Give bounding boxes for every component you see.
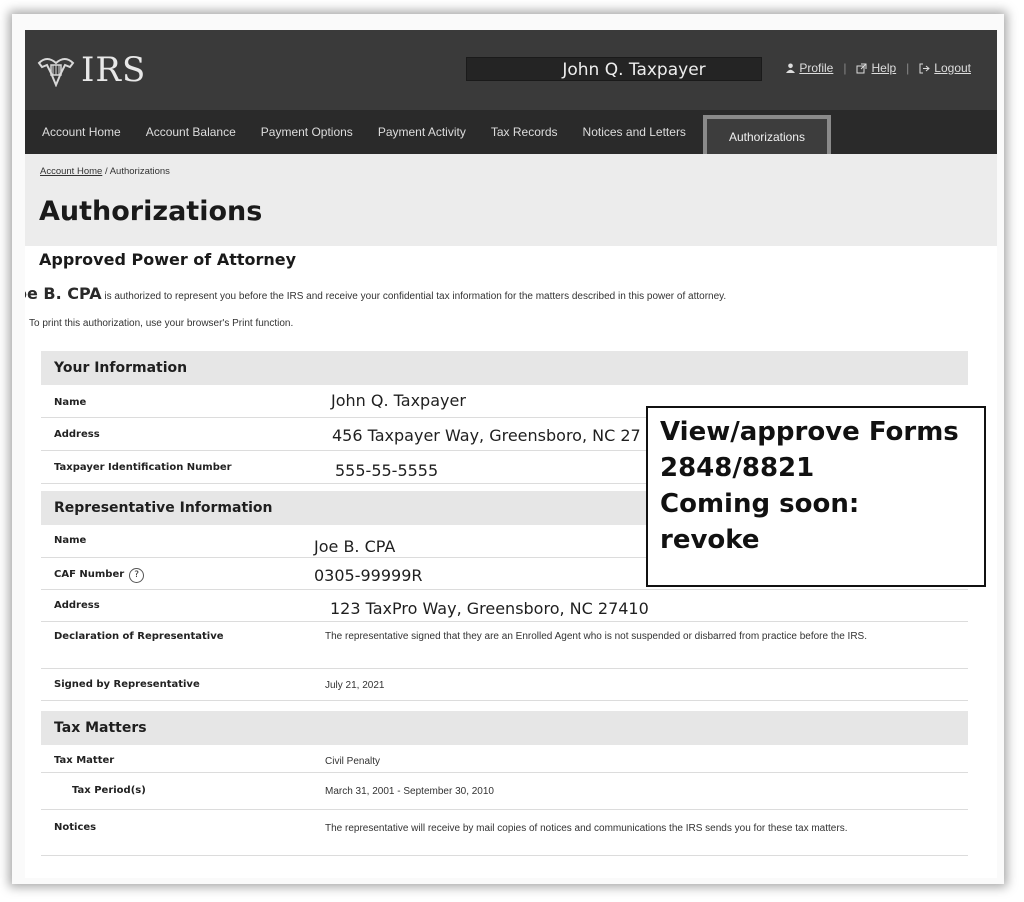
divider: | (843, 61, 847, 75)
profile-link[interactable]: Profile (786, 61, 833, 75)
nav-notices-and-letters[interactable]: Notices and Letters (583, 125, 686, 139)
declaration-text: The representative signed that they are … (325, 631, 867, 642)
tax-matter-value: Civil Penalty (325, 756, 381, 767)
section-header: Your Information (41, 351, 968, 385)
row-label: Taxpayer Identification Number (54, 462, 232, 473)
logout-link[interactable]: Logout (919, 61, 971, 75)
nav-tax-records[interactable]: Tax Records (491, 125, 558, 139)
site-header: IRS John Q. Taxpayer Profile | Help | Lo… (25, 30, 997, 110)
info-row: Declaration of Representative The repres… (41, 622, 968, 669)
main-nav: Account Home Account Balance Payment Opt… (25, 110, 997, 159)
taxpayer-name: John Q. Taxpayer (331, 391, 466, 410)
row-label: Name (54, 397, 87, 408)
nav-account-home[interactable]: Account Home (42, 125, 121, 139)
callout-line: revoke (660, 525, 760, 555)
user-icon (786, 63, 796, 73)
help-icon[interactable]: ? (129, 568, 145, 583)
tax-period-value: March 31, 2001 - September 30, 2010 (325, 786, 494, 797)
help-link-label: Help (871, 61, 897, 75)
callout-line: Coming soon: (660, 489, 860, 519)
row-label: Address (54, 429, 100, 440)
annotation-callout: View/approve Forms 2848/8821 Coming soon… (646, 406, 986, 587)
profile-link-label: Profile (799, 61, 834, 75)
divider: | (906, 61, 910, 75)
info-row: Tax Period(s) March 31, 2001 - September… (41, 773, 968, 810)
notices-text: The representative will receive by mail … (325, 823, 848, 834)
nav-payment-activity[interactable]: Payment Activity (378, 125, 466, 139)
external-link-icon (856, 63, 867, 73)
row-label: Name (54, 535, 87, 546)
representative-name: Joe B. CPA (314, 537, 396, 556)
row-label: Declaration of Representative (54, 631, 224, 642)
irs-logo[interactable]: IRS (37, 50, 146, 90)
info-row: Notices The representative will receive … (41, 810, 968, 856)
tax-matters-section: Tax Matters Tax Matter Civil Penalty Tax… (41, 711, 968, 856)
section-subtitle: Approved Power of Attorney (39, 250, 297, 269)
taxpayer-tin: 555-55-5555 (335, 461, 439, 480)
row-label: Address (54, 600, 100, 611)
header-links: Profile | Help | Logout (786, 61, 971, 75)
breadcrumb-current: Authorizations (109, 166, 170, 177)
nav-authorizations[interactable]: Authorizations (702, 115, 831, 159)
page-title: Authorizations (39, 196, 263, 227)
logout-icon (919, 63, 931, 73)
nav-payment-options[interactable]: Payment Options (261, 125, 353, 139)
help-link[interactable]: Help (856, 61, 896, 75)
signed-date: July 21, 2021 (325, 680, 385, 691)
breadcrumb-home-link[interactable]: Account Home (40, 166, 102, 177)
breadcrumb: Account Home / Authorizations (40, 166, 170, 177)
logout-link-label: Logout (934, 61, 971, 75)
authorization-intro: Joe B. CPA is authorized to represent yo… (25, 284, 726, 303)
row-label: Tax Period(s) (72, 785, 146, 796)
caf-number: 0305-99999R (314, 566, 423, 585)
callout-line: 2848/8821 (660, 453, 815, 483)
nav-account-balance[interactable]: Account Balance (146, 125, 236, 139)
print-note: To print this authorization, use your br… (29, 318, 294, 329)
breadcrumb-separator: / (104, 166, 108, 177)
eagle-icon (37, 58, 75, 87)
representative-name-overlay: Joe B. CPA (25, 284, 102, 303)
row-label: Signed by Representative (54, 679, 200, 690)
user-name-display: John Q. Taxpayer (466, 57, 762, 81)
info-row: Signed by Representative July 21, 2021 (41, 669, 968, 701)
row-label: Tax Matter (54, 755, 115, 766)
info-row: Tax Matter Civil Penalty (41, 745, 968, 773)
row-label: Notices (54, 822, 97, 833)
taxpayer-address: 456 Taxpayer Way, Greensboro, NC 27 (332, 426, 641, 445)
section-header: Tax Matters (41, 711, 968, 745)
info-row: Address 123 TaxPro Way, Greensboro, NC 2… (41, 590, 968, 622)
callout-line: View/approve Forms (660, 417, 959, 447)
logo-text: IRS (81, 50, 147, 90)
representative-address: 123 TaxPro Way, Greensboro, NC 27410 (330, 599, 649, 618)
caf-label: CAF Number (54, 569, 125, 580)
row-label: CAF Number? (54, 568, 145, 583)
intro-text: is authorized to represent you before th… (104, 291, 727, 302)
